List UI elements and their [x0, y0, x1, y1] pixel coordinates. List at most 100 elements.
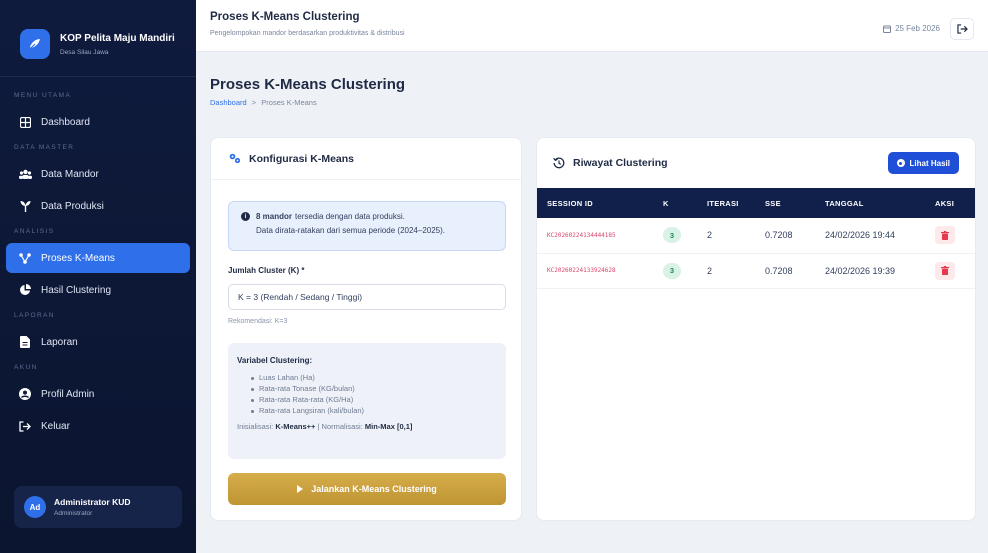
init-separator: | — [317, 422, 320, 431]
cluster-count-select[interactable]: K = 3 (Rendah / Sedang / Tinggi) — [228, 284, 506, 310]
brand-subtitle: Desa Silau Jawa — [60, 48, 109, 56]
sidebar-item-label: Data Mandor — [41, 168, 99, 180]
breadcrumb-separator: > — [251, 98, 257, 107]
table-header-row: SESSION ID K ITERASI SSE TANGGAL AKSI — [537, 188, 975, 218]
breadcrumb-dashboard[interactable]: Dashboard — [210, 98, 247, 107]
aksi-cell — [927, 218, 975, 254]
info-text-2: Data dirata-ratakan dari semua periode (… — [256, 226, 446, 235]
info-box: i 8 mandor tersedia dengan data produksi… — [228, 201, 506, 251]
page-title: Proses K-Means Clustering — [210, 76, 406, 93]
info-icon: i — [241, 212, 250, 221]
col-header-aksi: AKSI — [927, 188, 975, 218]
sidebar-item-laporan[interactable]: Laporan — [6, 327, 190, 357]
delete-button[interactable] — [935, 261, 955, 280]
section-label-akun: AKUN — [14, 364, 38, 371]
history-card-title: Riwayat Clustering — [573, 157, 668, 169]
view-results-button[interactable]: Lihat Hasil — [887, 152, 959, 174]
run-kmeans-button[interactable]: Jalankan K-Means Clustering — [228, 473, 506, 505]
cluster-count-label: Jumlah Cluster (K) * — [228, 266, 305, 275]
trash-icon — [941, 266, 949, 275]
sidebar-item-dashboard[interactable]: Dashboard — [6, 107, 190, 137]
k-cell: 3 — [655, 253, 699, 289]
topbar-title: Proses K-Means Clustering — [210, 11, 360, 23]
info-text-1: tersedia dengan data produksi. — [295, 212, 405, 221]
list-item: Luas Lahan (Ha) — [251, 372, 496, 383]
sse-cell: 0.7208 — [757, 253, 817, 289]
tanggal-cell: 24/02/2026 19:39 — [817, 253, 927, 289]
session-id-cell: KC20260224134444185 — [537, 218, 655, 254]
grid-icon — [18, 115, 32, 129]
view-results-label: Lihat Hasil — [909, 158, 950, 168]
topbar: Proses K-Means Clustering Pengelompokan … — [196, 0, 988, 52]
col-header-sse: SSE — [757, 188, 817, 218]
sidebar-item-profil-admin[interactable]: Profil Admin — [6, 379, 190, 409]
user-role: Administrator — [54, 510, 93, 517]
sidebar: KOP Pelita Maju Mandiri Desa Silau Jawa … — [0, 0, 196, 553]
topbar-logout-button[interactable] — [950, 18, 974, 40]
play-icon — [297, 485, 304, 493]
iterasi-cell: 2 — [699, 253, 757, 289]
config-card-title: Konfigurasi K-Means — [249, 152, 355, 165]
history-card-header: Riwayat Clustering Lihat Hasil — [537, 138, 975, 188]
init-info: Inisialisasi: K-Means++ | Normalisasi: M… — [237, 422, 496, 431]
tanggal-cell: 24/02/2026 19:44 — [817, 218, 927, 254]
calendar-icon — [883, 25, 892, 33]
k-badge: 3 — [663, 262, 681, 279]
date-text: 25 Feb 2026 — [895, 24, 940, 33]
avatar: Ad — [24, 496, 46, 518]
col-header-iterasi: ITERASI — [699, 188, 757, 218]
sidebar-item-label: Keluar — [41, 420, 70, 432]
plant-icon — [18, 199, 32, 213]
section-label-laporan: LAPORAN — [14, 312, 55, 319]
delete-button[interactable] — [935, 226, 955, 245]
section-label-data-master: DATA MASTER — [14, 144, 75, 151]
k-badge: 3 — [663, 227, 681, 244]
sidebar-item-data-produksi[interactable]: Data Produksi — [6, 191, 190, 221]
recommendation-text: Rekomendasi: K=3 — [228, 318, 288, 325]
sse-cell: 0.7208 — [757, 218, 817, 254]
sidebar-item-keluar[interactable]: Keluar — [6, 411, 190, 441]
history-table: SESSION ID K ITERASI SSE TANGGAL AKSI KC… — [537, 188, 975, 289]
init-label: Inisialisasi: — [237, 422, 274, 431]
sidebar-item-hasil-clustering[interactable]: Hasil Clustering — [6, 275, 190, 305]
sidebar-item-label: Hasil Clustering — [41, 284, 112, 296]
logout-icon — [18, 419, 32, 433]
history-card: Riwayat Clustering Lihat Hasil SESSION I… — [536, 137, 976, 521]
session-id-cell: KC20260224133924628 — [537, 253, 655, 289]
users-icon — [18, 167, 32, 181]
trash-icon — [941, 230, 949, 240]
variables-box: Variabel Clustering: Luas Lahan (Ha) Rat… — [228, 343, 506, 459]
section-label-menu-utama: MENU UTAMA — [14, 92, 72, 99]
sidebar-item-label: Dashboard — [41, 116, 90, 128]
list-item: Rata-rata Rata-rata (KG/Ha) — [251, 394, 496, 405]
topbar-date: 25 Feb 2026 — [883, 24, 940, 33]
eye-icon — [896, 159, 905, 167]
config-card-header: Konfigurasi K-Means — [211, 138, 521, 180]
sidebar-item-label: Profil Admin — [41, 388, 95, 400]
history-icon — [553, 157, 565, 169]
norm-value: Min-Max [0,1] — [364, 422, 413, 431]
table-row: KC20260224134444185 3 2 0.7208 24/02/202… — [537, 218, 975, 254]
col-header-session-id: SESSION ID — [537, 188, 655, 218]
col-header-k: K — [655, 188, 699, 218]
brand[interactable]: KOP Pelita Maju Mandiri Desa Silau Jawa — [0, 0, 196, 72]
norm-label: Normalisasi: — [321, 422, 363, 431]
aksi-cell — [927, 253, 975, 289]
k-cell: 3 — [655, 218, 699, 254]
pie-chart-icon — [18, 283, 32, 297]
info-count: 8 mandor — [256, 212, 293, 221]
logout-icon — [956, 24, 968, 34]
init-value: K-Means++ — [275, 422, 316, 431]
list-item: Rata-rata Tonase (KG/bulan) — [251, 383, 496, 394]
brand-logo-icon — [20, 29, 50, 59]
run-kmeans-label: Jalankan K-Means Clustering — [311, 484, 437, 494]
sidebar-item-data-mandor[interactable]: Data Mandor — [6, 159, 190, 189]
sidebar-item-proses-kmeans[interactable]: Proses K-Means — [6, 243, 190, 273]
user-name: Administrator KUD — [54, 497, 131, 507]
variables-list: Luas Lahan (Ha) Rata-rata Tonase (KG/bul… — [237, 372, 496, 416]
iterasi-cell: 2 — [699, 218, 757, 254]
file-icon — [18, 335, 32, 349]
sidebar-item-label: Data Produksi — [41, 200, 104, 212]
section-label-analisis: ANALISIS — [14, 228, 55, 235]
user-card[interactable]: Ad Administrator KUD Administrator — [14, 486, 182, 528]
